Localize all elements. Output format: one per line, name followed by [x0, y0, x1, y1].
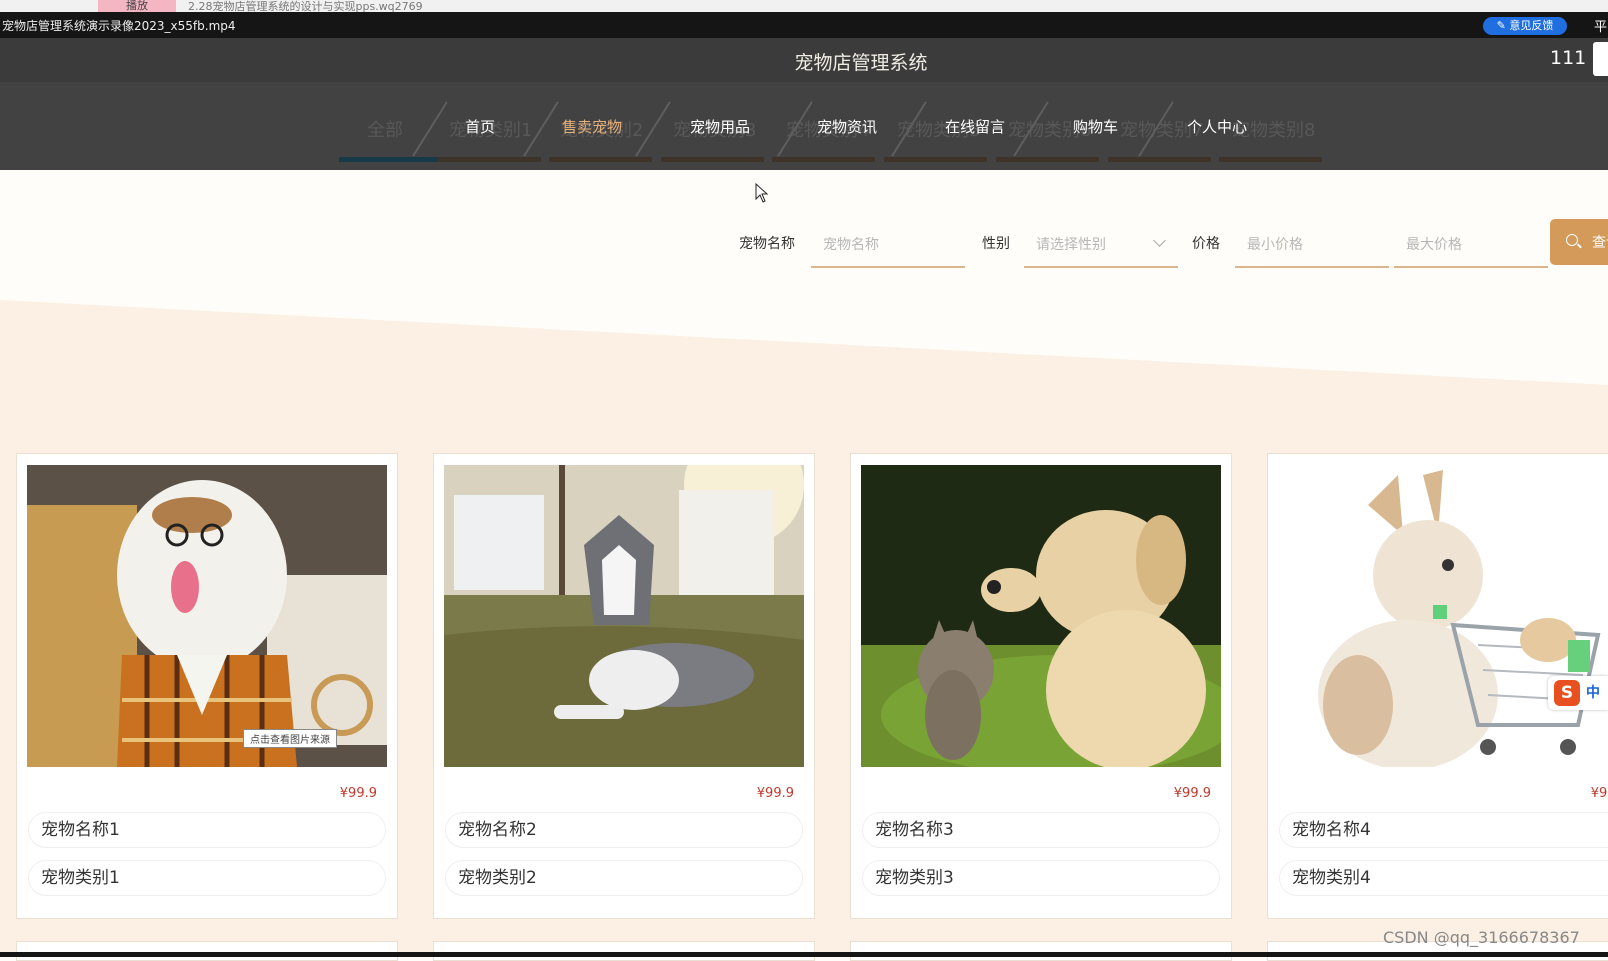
video-file-name: 宠物店管理系统演示录像2023_x55fb.mp4 — [2, 19, 236, 33]
category-underline — [884, 157, 987, 162]
gender-select[interactable]: 请选择性别 — [1024, 226, 1178, 268]
chevron-down-icon — [1153, 234, 1166, 247]
price: ¥99.9 — [1590, 786, 1608, 801]
price: ¥99.9 — [339, 786, 377, 801]
nav-home[interactable]: 首页 — [465, 116, 495, 137]
ime-toolbar[interactable]: S 中 — [1548, 676, 1608, 710]
price: ¥99.9 — [756, 786, 794, 801]
nav-messages[interactable]: 在线留言 — [945, 116, 1005, 137]
search-button[interactable]: 查询 — [1550, 219, 1608, 265]
pet-category: 宠物类别2 — [445, 860, 803, 896]
gender-label: 性别 — [982, 236, 1010, 252]
pet-name-label: 宠物名称 — [739, 236, 795, 252]
category-underline — [438, 157, 541, 162]
pet-category: 宠物类别1 — [28, 860, 386, 896]
category-underline — [996, 157, 1099, 162]
rabbit-with-cart-photo[interactable] — [1278, 465, 1608, 767]
nav-pet-news[interactable]: 宠物资讯 — [817, 116, 877, 137]
feedback-label: 意见反馈 — [1509, 19, 1554, 32]
feedback-button[interactable]: ✎ 意见反馈 — [1483, 17, 1567, 35]
search-icon — [1566, 234, 1578, 246]
price-label: 价格 — [1192, 236, 1220, 252]
category-underline — [1219, 157, 1322, 162]
product-card[interactable]: ¥99.9 宠物名称3 宠物类别3 — [850, 453, 1232, 919]
image-source-tip[interactable]: 点击查看图片来源 — [243, 729, 337, 748]
sogou-logo-icon: S — [1554, 680, 1580, 706]
watermark: CSDN @qq_3166678367 — [1383, 928, 1580, 947]
price: ¥99.9 — [1173, 786, 1211, 801]
product-card[interactable]: 点击查看图片来源 ¥99.9 宠物名称1 宠物类别1 — [16, 453, 398, 919]
search-button-label: 查询 — [1592, 235, 1608, 251]
corner-char: 平 — [1594, 20, 1608, 35]
edit-icon: ✎ — [1496, 19, 1510, 32]
video-title-bar: 宠物店管理系统演示录像2023_x55fb.mp4 ✎ 意见反馈 平 — [0, 12, 1608, 38]
max-price-input[interactable]: 最大价格 — [1394, 226, 1548, 268]
pet-category: 宠物类别4 — [1279, 860, 1608, 896]
category-underline — [772, 157, 875, 162]
husky-on-grass-photo[interactable] — [444, 465, 804, 767]
nav-profile[interactable]: 个人中心 — [1187, 116, 1247, 137]
nav-cart[interactable]: 购物车 — [1073, 116, 1118, 137]
gender-placeholder: 请选择性别 — [1036, 237, 1106, 253]
max-price-placeholder: 最大价格 — [1406, 237, 1462, 253]
pet-name: 宠物名称2 — [445, 812, 803, 848]
logout-button[interactable] — [1593, 42, 1608, 76]
pet-category: 宠物类别3 — [862, 860, 1220, 896]
site-header: 宠物店管理系统 111 — [0, 38, 1608, 82]
nav-pet-supplies[interactable]: 宠物用品 — [690, 116, 750, 137]
pet-name-placeholder: 宠物名称 — [823, 237, 879, 253]
category-underline — [661, 157, 764, 162]
puppy-and-kitten-photo[interactable] — [861, 465, 1221, 767]
product-card[interactable]: ¥99.9 宠物名称2 宠物类别2 — [433, 453, 815, 919]
product-card[interactable] — [433, 941, 815, 961]
product-card[interactable] — [16, 941, 398, 961]
min-price-input[interactable]: 最小价格 — [1235, 226, 1389, 268]
dog-in-plaid-jacket-photo[interactable]: 点击查看图片来源 — [27, 465, 387, 767]
pet-name-input[interactable]: 宠物名称 — [811, 226, 965, 268]
user-name[interactable]: 111 — [1550, 47, 1586, 69]
category-underline-active — [339, 157, 442, 162]
pet-name: 宠物名称4 — [1279, 812, 1608, 848]
nav-pets-for-sale[interactable]: 售卖宠物 — [562, 116, 622, 137]
category-tab-all[interactable]: 全部 — [367, 116, 403, 142]
min-price-placeholder: 最小价格 — [1247, 237, 1303, 253]
pet-name: 宠物名称3 — [862, 812, 1220, 848]
pet-name: 宠物名称1 — [28, 812, 386, 848]
play-tag[interactable]: 播放 — [98, 0, 176, 12]
ime-mode[interactable]: 中 — [1586, 682, 1600, 702]
mouse-cursor-icon — [755, 183, 769, 203]
bottom-strip — [0, 952, 1608, 957]
category-underline — [1108, 157, 1211, 162]
product-card[interactable] — [850, 941, 1232, 961]
category-underline — [549, 157, 652, 162]
site-title: 宠物店管理系统 — [794, 52, 928, 74]
